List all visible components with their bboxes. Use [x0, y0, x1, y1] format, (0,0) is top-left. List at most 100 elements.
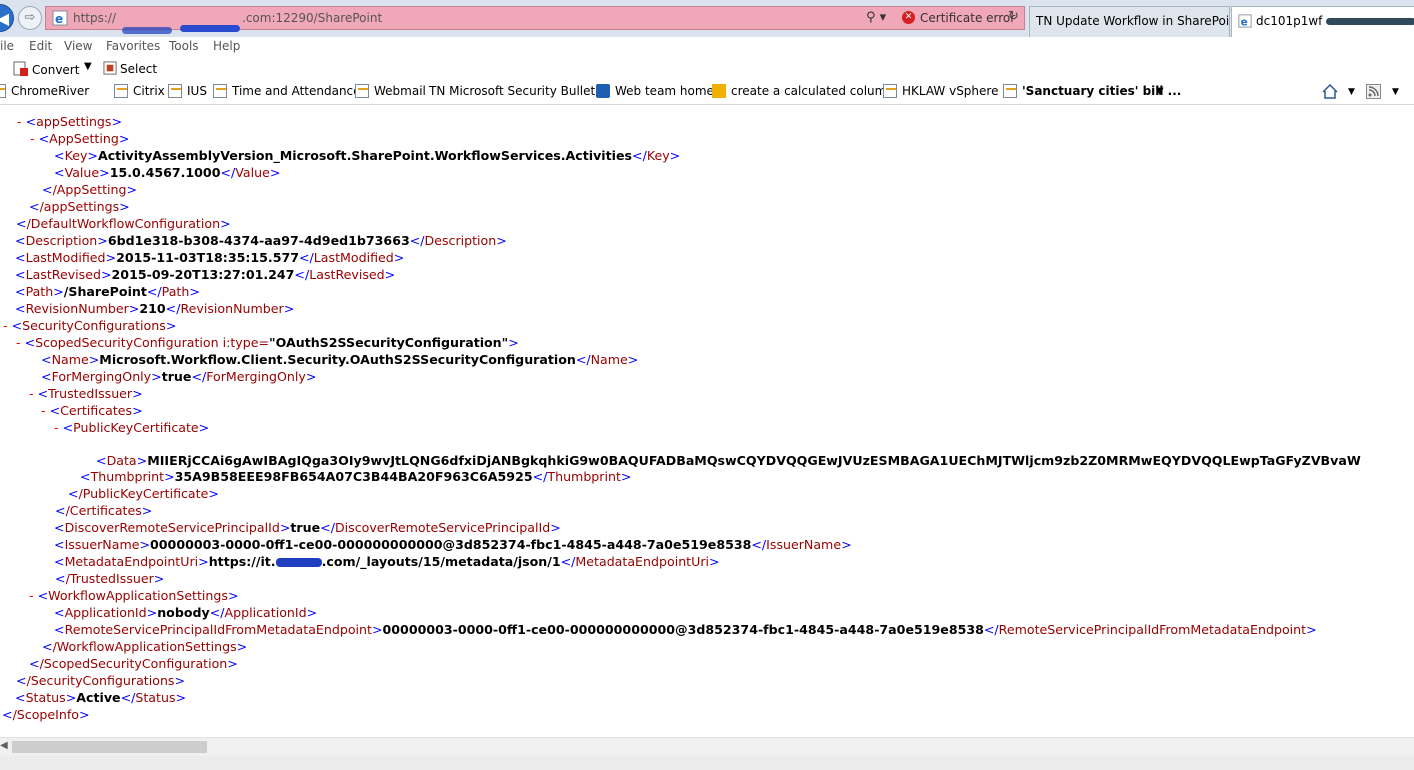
- xml-line: - <Certificates>: [41, 403, 143, 418]
- xml-line: <RevisionNumber>210</RevisionNumber>: [15, 301, 295, 316]
- sharepoint-icon: [596, 84, 610, 98]
- favorite-web-team-home[interactable]: Web team home: [596, 84, 714, 98]
- xml-line: </DefaultWorkflowConfiguration>: [16, 216, 231, 231]
- favorite-hklaw-vsphere[interactable]: HKLAW vSphere: [883, 84, 998, 98]
- xml-line: </AppSetting>: [42, 182, 138, 197]
- xml-line: <LastModified>2015-11-03T18:35:15.577</L…: [15, 250, 405, 265]
- favorite-citrix[interactable]: Citrix: [114, 84, 165, 98]
- svg-text:e: e: [1241, 16, 1248, 28]
- xml-line: </PublicKeyCertificate>: [68, 486, 219, 501]
- page-icon: [0, 84, 6, 98]
- rss-icon: [1366, 84, 1381, 99]
- xml-line: </ScopeInfo>: [2, 707, 90, 722]
- back-button[interactable]: ◀: [0, 4, 14, 32]
- scrollbar-thumb[interactable]: [12, 741, 207, 753]
- menu-tools[interactable]: Tools: [169, 39, 199, 53]
- xml-line: - <SecurityConfigurations>: [3, 318, 177, 333]
- xml-line: - <ScopedSecurityConfiguration i:type="O…: [16, 335, 519, 350]
- favorite-chromeriver[interactable]: ChromeRiver: [0, 84, 89, 98]
- ie-page-icon: e: [1238, 14, 1252, 28]
- forward-button[interactable]: ⇨: [18, 6, 42, 30]
- redacted-tab-text: [1326, 18, 1414, 25]
- xml-line: - <AppSetting>: [30, 131, 130, 146]
- xml-line: </ScopedSecurityConfiguration>: [29, 656, 238, 671]
- menu-view[interactable]: View: [64, 39, 92, 53]
- collapse-toggle[interactable]: -: [17, 114, 22, 129]
- xml-line: </WorkflowApplicationSettings>: [42, 639, 248, 654]
- menu-file[interactable]: ile: [0, 39, 14, 53]
- collapse-toggle[interactable]: -: [29, 588, 34, 603]
- favorite-time-attendance[interactable]: Time and Attendance: [213, 84, 361, 98]
- xml-line: <Value>15.0.4567.1000</Value>: [54, 165, 281, 180]
- xml-line: <Key>ActivityAssemblyVersion_Microsoft.S…: [54, 148, 681, 163]
- pdf-convert-icon: [13, 61, 28, 76]
- convert-dropdown-icon[interactable]: ▼: [84, 61, 92, 72]
- favorite-calculated-column[interactable]: create a calculated colum...: [712, 84, 898, 98]
- favorite-tn-security-bulletin[interactable]: TN Microsoft Security Bulletin: [429, 84, 606, 98]
- home-icon-glyph: [1322, 83, 1338, 99]
- page-icon: [355, 84, 369, 98]
- select-label: Select: [120, 62, 158, 76]
- tab-active[interactable]: e dc101p1wf: [1231, 6, 1414, 37]
- menu-favorites[interactable]: Favorites: [106, 39, 160, 53]
- page-icon: [883, 84, 897, 98]
- xml-line: - <TrustedIssuer>: [29, 386, 143, 401]
- xml-line: <Data>MIIERjCCAi6gAwIBAgIQga3OIy9wvJtLQN…: [96, 453, 1361, 468]
- address-text: https:// .com:12290/SharePoint: [73, 11, 382, 34]
- favorite-label: Citrix: [133, 84, 165, 98]
- feeds-dropdown-icon[interactable]: ▼: [1392, 87, 1399, 97]
- convert-label: Convert: [32, 63, 80, 77]
- page-icon: [213, 84, 227, 98]
- collapse-toggle[interactable]: -: [3, 318, 8, 333]
- collapse-toggle[interactable]: -: [30, 131, 35, 146]
- xml-line: </TrustedIssuer>: [55, 571, 165, 586]
- favorite-ius[interactable]: IUS: [168, 84, 207, 98]
- favorite-label: Web team home: [615, 84, 714, 98]
- home-icon[interactable]: [1322, 83, 1338, 102]
- address-bar[interactable]: e https:// .com:12290/SharePoint ⚲ ▾ ✕ Ce…: [45, 6, 1025, 34]
- ie-page-icon: e: [52, 10, 68, 26]
- scroll-left-icon[interactable]: ◀: [0, 740, 8, 751]
- favorite-label: Time and Attendance: [232, 84, 361, 98]
- command-bar: Convert ▼ Select: [0, 57, 1414, 80]
- xml-line: <RemoteServicePrincipalIdFromMetadataEnd…: [54, 622, 1317, 637]
- xml-line: </Certificates>: [55, 503, 153, 518]
- favorite-label: create a calculated colum...: [731, 84, 898, 98]
- convert-button[interactable]: Convert: [13, 61, 79, 77]
- collapse-toggle[interactable]: -: [29, 386, 34, 401]
- collapse-toggle[interactable]: -: [41, 403, 46, 418]
- certificate-error-label[interactable]: Certificate error: [920, 11, 1015, 25]
- xml-line: <Status>Active</Status>: [15, 690, 187, 705]
- xml-line: - <WorkflowApplicationSettings>: [29, 588, 239, 603]
- tab-update-workflow[interactable]: TN Update Workflow in SharePoin...: [1029, 6, 1230, 37]
- xml-line: <Name>Microsoft.Workflow.Client.Security…: [41, 352, 639, 367]
- feeds-icon[interactable]: [1366, 84, 1381, 102]
- xml-line: <Thumbprint>35A9B58EEE98FB654A07C3B44BA2…: [80, 469, 632, 484]
- xml-line: <Path>/SharePoint</Path>: [15, 284, 200, 299]
- search-dropdown-icon[interactable]: ⚲ ▾: [866, 10, 886, 25]
- select-button[interactable]: Select: [103, 61, 157, 76]
- xml-line: <LastRevised>2015-09-20T13:27:01.247</La…: [15, 267, 396, 282]
- xml-line: <ForMergingOnly>true</ForMergingOnly>: [41, 369, 317, 384]
- favorite-label: Webmail: [374, 84, 426, 98]
- xml-line: <DiscoverRemoteServicePrincipalId>true</…: [54, 520, 561, 535]
- certificate-error-icon[interactable]: ✕: [902, 11, 915, 24]
- xml-line: <MetadataEndpointUri>https://it. .com/_la…: [54, 554, 720, 569]
- collapse-toggle[interactable]: -: [54, 420, 59, 435]
- favorites-overflow-icon[interactable]: ▼: [1156, 86, 1164, 97]
- xml-line: </appSettings>: [29, 199, 130, 214]
- tab-title: dc101p1wf: [1256, 14, 1323, 28]
- xml-line: <Description>6bd1e318-b308-4374-aa97-4d9…: [15, 233, 507, 248]
- menu-help[interactable]: Help: [213, 39, 240, 53]
- favorites-bar: ChromeRiver Citrix IUS Time and Attendan…: [0, 80, 1414, 105]
- refresh-icon[interactable]: ↻: [1008, 9, 1019, 24]
- address-protocol: https://: [73, 11, 117, 25]
- favorite-label: HKLAW vSphere: [902, 84, 999, 98]
- favorite-webmail[interactable]: Webmail: [355, 84, 426, 98]
- home-dropdown-icon[interactable]: ▼: [1348, 87, 1355, 97]
- horizontal-scrollbar[interactable]: ◀: [0, 737, 1414, 756]
- address-toolbar: ◀ ⇨ e https:// .com:12290/SharePoint ⚲ ▾ …: [0, 0, 1414, 37]
- favorite-sanctuary-cities[interactable]: 'Sanctuary cities' bill ...: [1003, 84, 1181, 98]
- collapse-toggle[interactable]: -: [16, 335, 21, 350]
- menu-edit[interactable]: Edit: [29, 39, 52, 53]
